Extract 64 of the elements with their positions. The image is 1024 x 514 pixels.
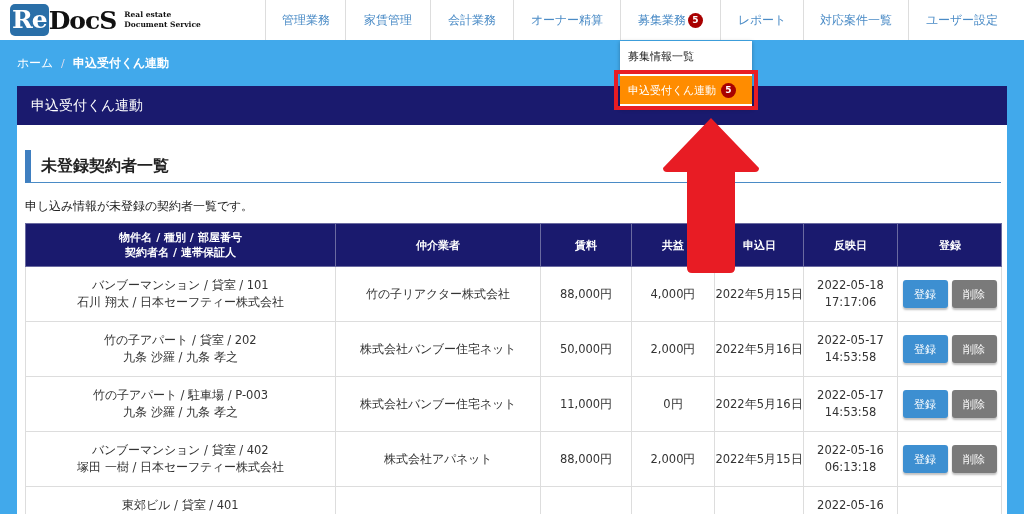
agent-text: 竹の子リアクター株式会社 — [365, 285, 511, 303]
property-text: バンブーマンション / 貸室 / 101 — [91, 277, 270, 294]
nav-menu-item[interactable]: 家賃管理 — [345, 0, 430, 40]
agent-text: 株式会社アパネット — [383, 450, 493, 468]
time-text: 06:13:18 — [823, 459, 878, 476]
property-text: 東郊ビル / 貸室 / 401 — [121, 497, 240, 514]
count-badge: 5 — [688, 12, 703, 28]
contractor-text: 石川 翔太 / 日本セーフティー株式会社 — [76, 294, 285, 311]
breadcrumb-separator: / — [61, 56, 65, 70]
date-text: 2022-05-17 — [816, 332, 885, 349]
date-text: 2022年5月15日 — [715, 285, 803, 303]
delete-button[interactable]: 削除 — [951, 390, 997, 418]
column-header: 登録 — [897, 223, 1002, 267]
nav-menu-item[interactable]: 会計業務 — [430, 0, 513, 40]
date-text: 2022-05-16 — [816, 497, 885, 514]
property-text: 竹の子アパート / 貸室 / 202 — [103, 332, 258, 349]
description-text: 申し込み情報が未登録の契約者一覧です。 — [25, 198, 254, 215]
delete-button[interactable]: 削除 — [951, 335, 997, 363]
nav-menu-item[interactable]: 募集業務 5 — [620, 0, 720, 40]
column-header: 反映日 — [803, 223, 898, 267]
column-header: 物件名 / 種別 / 部屋番号 — [118, 230, 243, 245]
rent-text: 50,000円 — [558, 340, 614, 358]
column-header: 賃料 — [540, 223, 632, 267]
fee-text: 2,000円 — [649, 340, 697, 358]
date-text: 2022-05-17 — [816, 387, 885, 404]
date-text: 2022年5月16日 — [715, 395, 803, 413]
nav-menu-item[interactable]: 管理業務 — [265, 0, 345, 40]
contractor-text: 九条 沙羅 / 九条 孝之 — [122, 404, 239, 421]
register-button[interactable]: 登録 — [902, 335, 948, 363]
agent-text: 株式会社バンブー住宅ネット — [359, 395, 517, 413]
delete-button[interactable]: 削除 — [951, 445, 997, 473]
delete-button[interactable]: 削除 — [951, 280, 997, 308]
register-button[interactable]: 登録 — [902, 445, 948, 473]
time-text: 17:17:06 — [823, 294, 878, 311]
date-text: 2022年5月16日 — [715, 340, 803, 358]
contractor-text: 九条 沙羅 / 九条 孝之 — [122, 349, 239, 366]
fee-text: 4,000円 — [649, 285, 697, 303]
nav-menu-item[interactable]: ユーザー設定 — [908, 0, 1015, 40]
fee-text: 0円 — [662, 395, 684, 413]
time-text: 14:53:58 — [823, 404, 878, 421]
column-header: 契約者名 / 連帯保証人 — [124, 245, 237, 260]
breadcrumb-link[interactable]: ホーム — [17, 54, 53, 72]
agent-text: 株式会社バンブー住宅ネット — [359, 340, 517, 358]
time-text: 14:53:58 — [823, 349, 878, 366]
fee-text: 2,000円 — [649, 450, 697, 468]
column-header: 仲介業者 — [335, 223, 541, 267]
property-text: バンブーマンション / 貸室 / 402 — [91, 442, 270, 459]
register-button[interactable]: 登録 — [902, 390, 948, 418]
register-button[interactable]: 登録 — [902, 280, 948, 308]
date-text: 2022-05-18 — [816, 277, 885, 294]
date-text: 2022-05-16 — [816, 442, 885, 459]
breadcrumb-current: 申込受付くん連動 — [72, 54, 169, 72]
rent-text: 11,000円 — [558, 395, 614, 413]
dropdown-item[interactable]: 募集情報一覧 — [620, 42, 752, 70]
rent-text: 88,000円 — [558, 285, 614, 303]
nav-menu-item[interactable]: 対応案件一覧 — [803, 0, 908, 40]
date-text: 2022年5月15日 — [715, 450, 803, 468]
contractor-text: 塚田 一樹 / 日本セーフティー株式会社 — [76, 459, 285, 476]
rent-text: 88,000円 — [558, 450, 614, 468]
nav-menu-item[interactable]: オーナー精算 — [513, 0, 620, 40]
redocs-logo: ReDocS — [10, 4, 117, 36]
count-badge: 5 — [721, 82, 736, 98]
property-text: 竹の子アパート / 駐車場 / P-003 — [91, 387, 270, 404]
nav-menu-item[interactable]: レポート — [720, 0, 803, 40]
